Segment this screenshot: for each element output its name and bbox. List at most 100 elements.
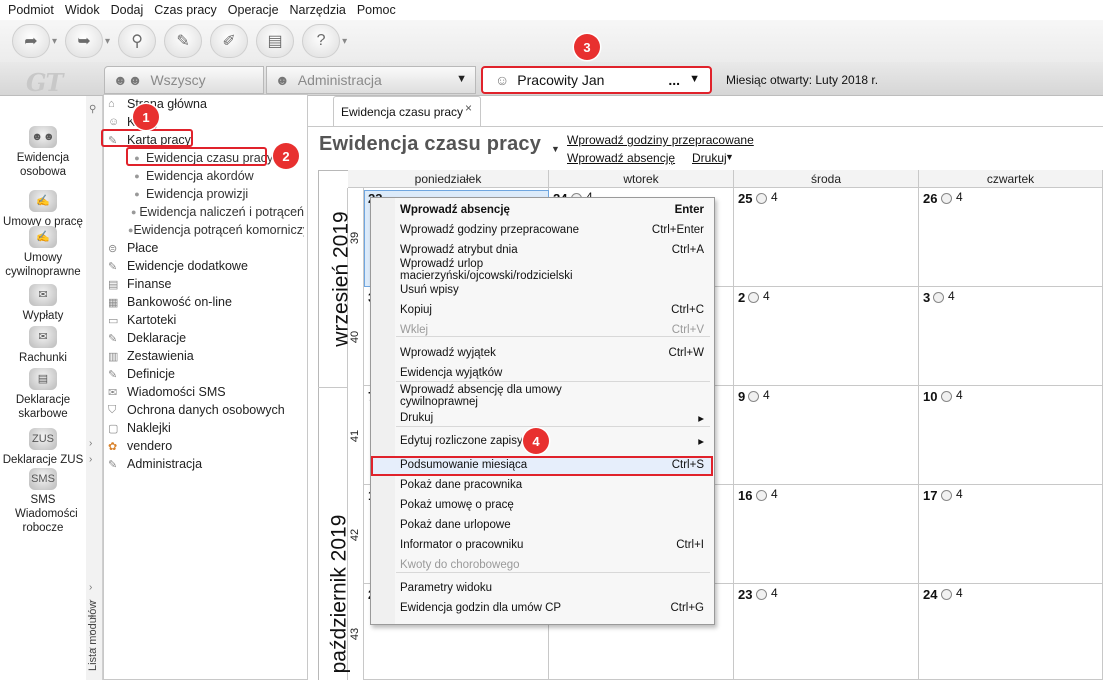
nav-umowy-o-prace[interactable]: ✍ Umowy o pracę (0, 190, 86, 229)
tab-ewidencja-czasu-pracy[interactable]: Ewidencja czasu pracy × (333, 96, 481, 126)
nav-deklaracje-zus[interactable]: ZUS Deklaracje ZUS (0, 428, 86, 467)
context-menu-item[interactable]: Wprowadź atrybut dnia Ctrl+A (400, 240, 712, 260)
menu-operacje[interactable]: Operacje (228, 3, 279, 17)
menu-widok[interactable]: Widok (65, 3, 100, 17)
tree-vendero[interactable]: ✿ vendero (108, 437, 172, 455)
tree-place[interactable]: ⊜ Płace (108, 239, 158, 257)
contract-icon: ✍ (29, 190, 57, 212)
printer-icon[interactable]: ▤ (256, 24, 295, 58)
department-select[interactable]: ☻ Administracja ▼ (266, 66, 476, 94)
tree-administracja[interactable]: ✎ Administracja (108, 455, 202, 473)
tree-definicje[interactable]: ✎ Definicje (108, 365, 175, 383)
chevron-down-icon[interactable]: ▾ (105, 36, 110, 47)
context-menu-item[interactable]: Podsumowanie miesiąca Ctrl+S (400, 455, 712, 475)
tree-wiadomosci-sms[interactable]: ✉ Wiadomości SMS (108, 383, 226, 401)
module-list-strip[interactable]: ⚲ › › › › › › › Lista modułów (86, 96, 103, 680)
menu-czas-pracy[interactable]: Czas pracy (154, 3, 217, 17)
context-menu-item[interactable]: Pokaż dane pracownika (400, 475, 712, 495)
context-menu-item[interactable]: Pokaż dane urlopowe (400, 515, 712, 535)
chevron-down-icon[interactable]: ▾ (52, 36, 57, 47)
context-menu-item[interactable]: Ewidencja godzin dla umów CP Ctrl+G (400, 598, 712, 618)
context-menu-item[interactable]: Wprowadź godziny przepracowane Ctrl+Enter (400, 220, 712, 240)
filter-wszyscy[interactable]: ☻☻ Wszyscy (104, 66, 264, 94)
menu-pomoc[interactable]: Pomoc (357, 3, 396, 17)
menu-dodaj[interactable]: Dodaj (111, 3, 144, 17)
module-tree: ⌂Strona główna ☺Kadry ✎Karta pracy ●Ewid… (103, 94, 308, 680)
menu-podmiot[interactable]: Podmiot (8, 3, 54, 17)
chevron-down-icon[interactable]: ▼ (551, 144, 560, 154)
menu-item-label: Usuń wpisy (400, 284, 459, 296)
chevron-down-icon[interactable]: ▾ (342, 36, 347, 47)
link-wprowadz-absencje[interactable]: Wprowadź absencję (567, 151, 675, 165)
back-icon[interactable]: ➦ (12, 24, 50, 58)
context-menu-item[interactable]: Edytuj rozliczone zapisy ▸ (400, 431, 712, 451)
context-menu-item[interactable]: Usuń wpisy (400, 280, 712, 300)
day-cell[interactable]: 16 4 (734, 485, 919, 584)
tree-kartoteki[interactable]: ▭ Kartoteki (108, 311, 176, 329)
tree-bankowosc[interactable]: ▦ Bankowość on-line (108, 293, 232, 311)
context-menu-item[interactable]: Kopiuj Ctrl+C (400, 300, 712, 320)
tree-zestawienia[interactable]: ▥ Zestawienia (108, 347, 194, 365)
tree-finanse[interactable]: ▤ Finanse (108, 275, 171, 293)
forward-icon[interactable]: ➥ (65, 24, 104, 58)
menu-item-label: Wprowadź urlop macierzyński/ojcowski/rod… (400, 258, 573, 282)
pin-icon[interactable]: ⚲ (89, 104, 96, 115)
nav-sms[interactable]: SMS SMS Wiadomości robocze (0, 468, 86, 535)
day-cell[interactable]: 34 (919, 287, 1103, 386)
menu-item-shortcut: Ctrl+V (671, 324, 704, 336)
tree-ewidencja-prowizji[interactable]: ● Ewidencja prowizji (128, 185, 248, 203)
day-cell[interactable]: 10 4 (919, 386, 1103, 485)
context-menu-item[interactable]: Wprowadź absencję dla umowy cywilnoprawn… (400, 384, 712, 408)
context-menu-item[interactable]: Wprowadź urlop macierzyński/ojcowski/rod… (400, 258, 712, 282)
pen-check-icon[interactable]: ✎ (164, 24, 203, 58)
nav-deklaracje-skarbowe[interactable]: ▤ Deklaracje skarbowe (0, 368, 86, 421)
day-cell[interactable]: 23 4 (734, 584, 919, 680)
tree-ochrona-danych[interactable]: ⛉ Ochrona danych osobowych (108, 401, 285, 419)
worker-more-button[interactable]: ... (668, 72, 680, 88)
link-wprowadz-godziny[interactable]: Wprowadź godziny przepracowane (567, 133, 754, 147)
page-title[interactable]: Ewidencja czasu pracy (319, 133, 541, 156)
day-cell[interactable]: 24 4 (919, 584, 1103, 680)
tree-ewidencja-naliczen[interactable]: ● Ewidencja naliczeń i potrąceń (128, 203, 304, 221)
context-menu-item[interactable]: Ewidencja wyjątków (400, 363, 712, 383)
context-menu-item[interactable]: Wprowadź absencję Enter (400, 200, 712, 220)
context-menu-item[interactable]: Informator o pracowniku Ctrl+I (400, 535, 712, 555)
context-menu-item[interactable]: Parametry widoku (400, 578, 712, 598)
pen-cross-icon[interactable]: ✐ (210, 24, 249, 58)
day-cell[interactable]: 24 (734, 287, 919, 386)
worker-select[interactable]: ☺ Pracowity Jan ... ▼ (481, 66, 712, 94)
menu-item-shortcut: Ctrl+A (671, 244, 704, 256)
help-icon[interactable]: ? (302, 24, 341, 58)
highlight-ewidencja-czasu-pracy (126, 147, 267, 166)
tree-ewidencje-dodatkowe[interactable]: ✎ Ewidencje dodatkowe (108, 257, 248, 275)
menu-narzedzia[interactable]: Narzędzia (290, 3, 346, 17)
day-cell[interactable]: 26 4 (919, 188, 1103, 287)
day-header-wed: środa (734, 170, 919, 188)
context-menu-item[interactable]: Wprowadź wyjątek Ctrl+W (400, 343, 712, 363)
chevron-down-icon[interactable]: ▼ (725, 152, 734, 162)
context-menu-item[interactable]: Drukuj ▸ (400, 408, 712, 428)
tree-ewidencja-potracen[interactable]: ● Ewidencja potrąceń komorniczych (128, 221, 304, 239)
tree-ewidencja-akordow[interactable]: ● Ewidencja akordów (128, 167, 253, 185)
chevron-right-icon[interactable]: › (89, 454, 92, 465)
tree-naklejki[interactable]: ▢ Naklejki (108, 419, 171, 437)
context-menu-item: Wklej Ctrl+V (400, 320, 712, 340)
chevron-right-icon[interactable]: › (89, 438, 92, 449)
tree-deklaracje[interactable]: ✎ Deklaracje (108, 329, 186, 347)
menu-item-label: Drukuj (400, 412, 434, 424)
context-menu-item[interactable]: Pokaż umowę o pracę (400, 495, 712, 515)
bullet-icon: ● (134, 171, 140, 181)
nav-umowy-cywilnoprawne[interactable]: ✍ Umowy cywilnoprawne (0, 226, 86, 279)
nav-wyplaty[interactable]: ✉ Wypłaty (0, 284, 86, 323)
day-cell[interactable]: 17 4 (919, 485, 1103, 584)
nav-ewidencja-osobowa[interactable]: ☻☻ Ewidencja osobowa (0, 126, 86, 179)
logo: GT (26, 68, 63, 97)
nav-rachunki[interactable]: ✉ Rachunki (0, 326, 86, 365)
close-icon[interactable]: × (465, 101, 472, 115)
day-cell[interactable]: 94 (734, 386, 919, 485)
tree-label: Ewidencja potrąceń komorniczych (133, 223, 304, 237)
nav-label: Umowy cywilnoprawne (5, 252, 81, 278)
stamp-icon[interactable]: ⚲ (118, 24, 157, 58)
link-drukuj[interactable]: Drukuj (692, 151, 727, 165)
day-cell[interactable]: 25 4 (734, 188, 919, 287)
